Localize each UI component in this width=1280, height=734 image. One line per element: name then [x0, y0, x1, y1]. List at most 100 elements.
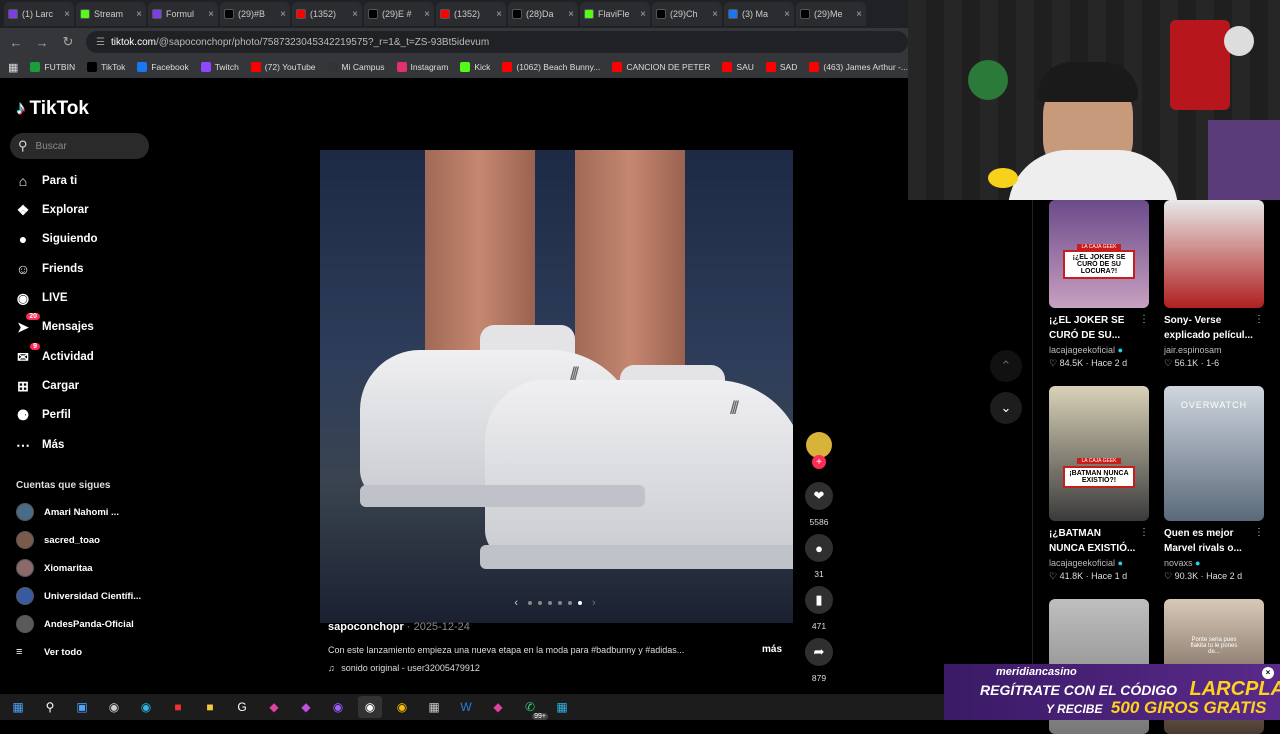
post-sound[interactable]: ♫ sonido original - user32005479912	[328, 663, 480, 673]
magenta-app-icon[interactable]: ◆	[486, 696, 510, 718]
sidebar-item-explorar[interactable]: ❖Explorar	[14, 201, 89, 219]
slide-dot[interactable]	[538, 601, 542, 605]
followed-account[interactable]: AndesPanda-Oficial	[16, 615, 134, 633]
previous-post-button[interactable]: ⌃	[990, 350, 1022, 382]
back-icon[interactable]: ←	[8, 35, 24, 50]
bookmark-item[interactable]: SAD	[766, 62, 797, 72]
close-tab-icon[interactable]: ×	[568, 9, 574, 20]
video-author-line[interactable]: lacajageekoficial ●	[1049, 558, 1149, 568]
address-bar[interactable]: ☰ tiktok.com/@sapoconchopr/photo/7587323…	[86, 31, 908, 53]
bookmark-item[interactable]: (1062) Beach Bunny...	[502, 62, 600, 72]
bookmark-item[interactable]: FUTBIN	[30, 62, 75, 72]
sidebar-item-parati[interactable]: ⌂Para ti	[14, 172, 77, 190]
followed-account[interactable]: Universidad Científi...	[16, 587, 141, 605]
prev-slide-button[interactable]: ‹	[514, 597, 518, 609]
close-tab-icon[interactable]: ×	[136, 9, 142, 20]
sidebar-item-friends[interactable]: ☺Friends	[14, 260, 84, 278]
slide-dot[interactable]	[568, 601, 572, 605]
browser-tab[interactable]: Stream×	[76, 2, 146, 26]
close-tab-icon[interactable]: ×	[208, 9, 214, 20]
whatsapp-icon[interactable]: ✆99+	[518, 696, 542, 718]
chrome-icon[interactable]: ◉	[390, 696, 414, 718]
reload-icon[interactable]: ↻	[60, 34, 76, 50]
video-thumbnail[interactable]: LA CAJA GEEK¡BATMAN NUNCA EXISTIÓ?!	[1049, 386, 1149, 521]
close-tab-icon[interactable]: ×	[712, 9, 718, 20]
close-tab-icon[interactable]: ×	[856, 9, 862, 20]
slide-dot[interactable]	[558, 601, 562, 605]
close-tab-icon[interactable]: ×	[352, 9, 358, 20]
browser-tab[interactable]: (1352)×	[436, 2, 506, 26]
close-tab-icon[interactable]: ×	[280, 9, 286, 20]
more-link[interactable]: más	[762, 644, 782, 655]
controller-app-icon[interactable]: ◉	[102, 696, 126, 718]
related-video-card[interactable]: Sony- Verse explicado películ...⋮ jair.es…	[1164, 200, 1264, 369]
obs-icon[interactable]: ◉	[358, 696, 382, 718]
sidebar-item-perfil[interactable]: ⚈Perfil	[14, 406, 71, 424]
bookmark-item[interactable]: TikTok	[87, 62, 125, 72]
more-options-icon[interactable]: ⋮	[1139, 527, 1149, 538]
bookmark-item[interactable]: (463) James Arthur -...	[809, 62, 908, 72]
followed-account[interactable]: Xiomaritaa	[16, 559, 93, 577]
more-options-icon[interactable]: ⋮	[1139, 314, 1149, 325]
sidebar-item-siguiendo[interactable]: ●Siguiendo	[14, 230, 98, 248]
video-author-line[interactable]: lacajageekoficial ●	[1049, 345, 1149, 355]
video-thumbnail[interactable]: OVERWATCH	[1164, 386, 1264, 521]
browser-tab[interactable]: (29)E #×	[364, 2, 434, 26]
close-tab-icon[interactable]: ×	[784, 9, 790, 20]
store-icon[interactable]: ▣	[70, 696, 94, 718]
sidebar-item-actividad[interactable]: ✉9Actividad	[14, 348, 94, 366]
word-icon[interactable]: W	[454, 696, 478, 718]
gog-icon[interactable]: G	[230, 696, 254, 718]
followed-account[interactable]: Amari Nahomi ...	[16, 503, 119, 521]
video-thumbnail[interactable]: LA CAJA GEEK¡¿EL JOKER SE CURÓ DE SU LOC…	[1049, 200, 1149, 308]
pink-app-icon[interactable]: ◆	[262, 696, 286, 718]
tiktok-logo[interactable]: ♪ TikTok	[16, 98, 89, 120]
followed-account[interactable]: sacred_toao	[16, 531, 100, 549]
start-icon[interactable]: ▦	[6, 696, 30, 718]
bookmark-item[interactable]: Instagram	[397, 62, 449, 72]
search-input[interactable]: ⚲ Buscar	[10, 133, 149, 159]
video-title[interactable]: Sony- Verse explicado películ...	[1164, 313, 1254, 343]
more-options-icon[interactable]: ⋮	[1254, 527, 1264, 538]
bookmark-item[interactable]: Mi Campus	[328, 62, 385, 72]
slide-dot[interactable]	[578, 601, 582, 605]
browser-tab[interactable]: (28)Da×	[508, 2, 578, 26]
browser-tab[interactable]: (29)Me×	[796, 2, 866, 26]
sidebar-item-mensajes[interactable]: ➤20Mensajes	[14, 318, 94, 336]
browser-tab[interactable]: FlaviFle×	[580, 2, 650, 26]
browser-tab[interactable]: (3) Ma×	[724, 2, 794, 26]
bookmark-item[interactable]: Kick	[460, 62, 490, 72]
browser-tab[interactable]: (29)Ch×	[652, 2, 722, 26]
bookmark-item[interactable]: Facebook	[137, 62, 188, 72]
sidebar-item-cargar[interactable]: ⊞Cargar	[14, 377, 79, 395]
next-slide-button[interactable]: ›	[592, 597, 596, 609]
video-title[interactable]: Quen es mejor Marvel rivals o...	[1164, 526, 1254, 556]
comment-button[interactable]: ●	[805, 534, 833, 562]
red-app-icon[interactable]: ■	[166, 696, 190, 718]
follow-plus-button[interactable]: +	[812, 455, 826, 469]
next-post-button[interactable]: ⌄	[990, 392, 1022, 424]
share-button[interactable]: ➦	[805, 638, 833, 666]
casino-promo-banner[interactable]: meridiancasino × REGÍTRATE CON EL CÓDIGO…	[944, 664, 1280, 720]
close-tab-icon[interactable]: ×	[640, 9, 646, 20]
bookmark-item[interactable]: Twitch	[201, 62, 239, 72]
messenger-icon[interactable]: ◉	[326, 696, 350, 718]
site-info-icon[interactable]: ☰	[96, 37, 105, 48]
close-tab-icon[interactable]: ×	[424, 9, 430, 20]
browser-tab[interactable]: Formul×	[148, 2, 218, 26]
obsidian-icon[interactable]: ◆	[294, 696, 318, 718]
more-options-icon[interactable]: ⋮	[1254, 314, 1264, 325]
video-title[interactable]: ¡¿BATMAN NUNCA EXISTIÓ...	[1049, 526, 1139, 556]
edge-icon[interactable]: ◉	[134, 696, 158, 718]
video-author-line[interactable]: jair.espinosam	[1164, 345, 1264, 355]
post-author[interactable]: sapoconchopr	[328, 621, 404, 633]
bookmark-item[interactable]: SAU	[722, 62, 753, 72]
video-author-line[interactable]: novaxs ●	[1164, 558, 1264, 568]
apps-grid-icon[interactable]: ▦	[8, 61, 18, 74]
close-tab-icon[interactable]: ×	[64, 9, 70, 20]
bookmark-item[interactable]: CANCION DE PETER	[612, 62, 710, 72]
related-video-card[interactable]: LA CAJA GEEK¡¿EL JOKER SE CURÓ DE SU LOC…	[1049, 200, 1149, 369]
close-tab-icon[interactable]: ×	[496, 9, 502, 20]
forward-icon[interactable]: →	[34, 35, 50, 50]
slide-dot[interactable]	[548, 601, 552, 605]
